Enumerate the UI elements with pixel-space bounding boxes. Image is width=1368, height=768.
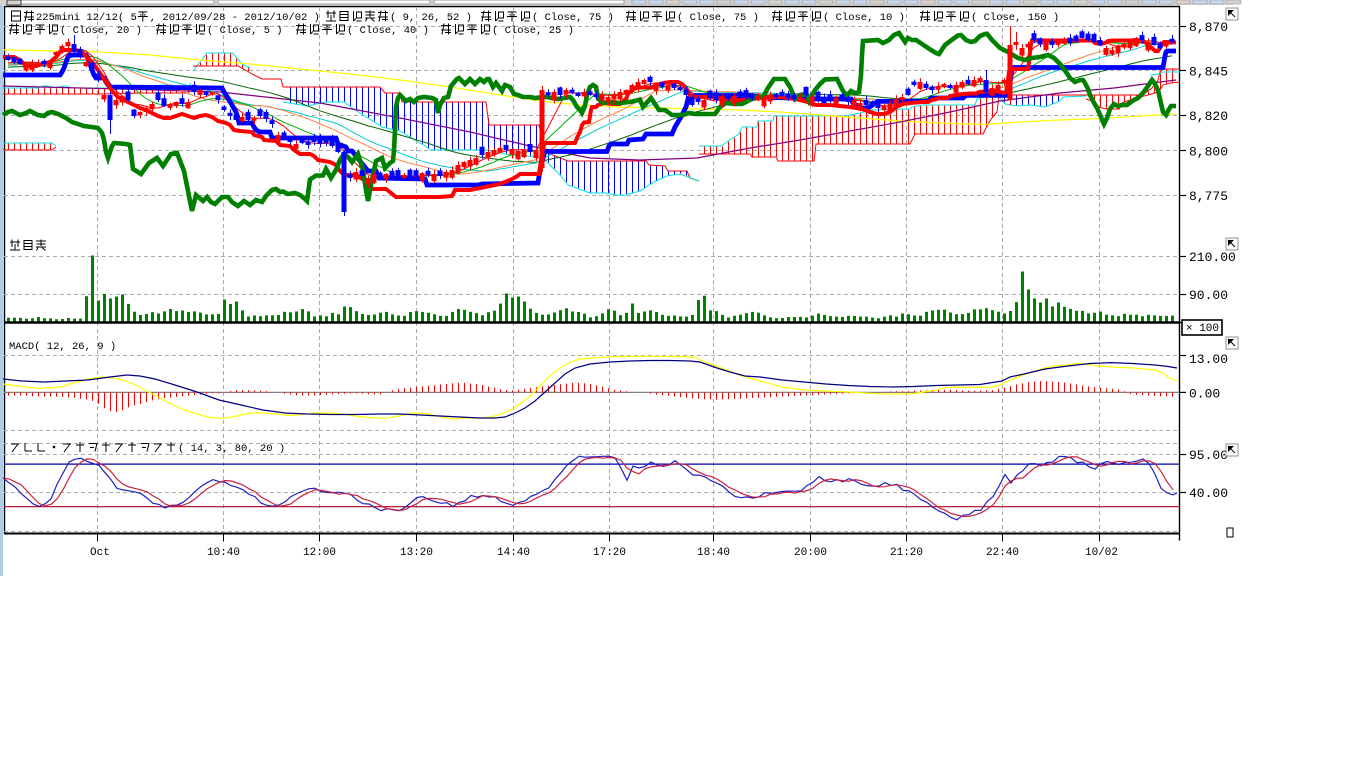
svg-text:( 9, 26, 52 ): ( 9, 26, 52 )	[390, 12, 472, 24]
svg-text:95.00: 95.00	[1189, 448, 1228, 463]
svg-text:( Close, 150 ): ( Close, 150 )	[971, 12, 1059, 24]
svg-text:8,800: 8,800	[1189, 145, 1228, 160]
svg-text:10:40: 10:40	[207, 547, 240, 559]
svg-text:12:00: 12:00	[303, 547, 336, 559]
svg-text:( Close, 10 ): ( Close, 10 )	[823, 12, 905, 24]
svg-text:210.00: 210.00	[1189, 250, 1236, 265]
svg-text:8,870: 8,870	[1189, 20, 1228, 35]
svg-text:8,820: 8,820	[1189, 109, 1228, 124]
svg-text:Oct: Oct	[90, 547, 110, 559]
svg-text:22:40: 22:40	[986, 547, 1019, 559]
svg-text:13:20: 13:20	[400, 547, 433, 559]
svg-text:( Close, 75 ): ( Close, 75 )	[532, 12, 614, 24]
svg-text:0.00: 0.00	[1189, 386, 1220, 401]
svg-text:( Close, 40 ): ( Close, 40 )	[347, 25, 429, 37]
svg-text:90.00: 90.00	[1189, 288, 1228, 303]
svg-text:10/02: 10/02	[1085, 547, 1118, 559]
svg-text:20:00: 20:00	[794, 547, 827, 559]
svg-text:18:40: 18:40	[697, 547, 730, 559]
svg-text:8,845: 8,845	[1189, 65, 1228, 80]
svg-text:× 100: × 100	[1186, 323, 1219, 335]
svg-text:13.00: 13.00	[1189, 352, 1228, 367]
svg-text:( Close, 20 ): ( Close, 20 )	[60, 25, 142, 37]
svg-text:, 2012/09/28 - 2012/10/02 ): , 2012/09/28 - 2012/10/02 )	[150, 12, 320, 24]
svg-text:( 14, 3, 80, 20 ): ( 14, 3, 80, 20 )	[178, 443, 285, 455]
svg-text:( Close, 5 ): ( Close, 5 )	[207, 25, 283, 37]
svg-text:40.00: 40.00	[1189, 486, 1228, 501]
svg-text:( Close, 75 ): ( Close, 75 )	[677, 12, 759, 24]
svg-text:MACD( 12, 26, 9 ): MACD( 12, 26, 9 )	[9, 341, 116, 353]
svg-text:17:20: 17:20	[593, 547, 626, 559]
svg-text:( Close, 25 ): ( Close, 25 )	[492, 25, 574, 37]
svg-text:8,775: 8,775	[1189, 189, 1228, 204]
svg-text:225mini 12/12( 5: 225mini 12/12( 5	[36, 12, 137, 24]
svg-text:21:20: 21:20	[890, 547, 923, 559]
svg-text:14:40: 14:40	[497, 547, 530, 559]
